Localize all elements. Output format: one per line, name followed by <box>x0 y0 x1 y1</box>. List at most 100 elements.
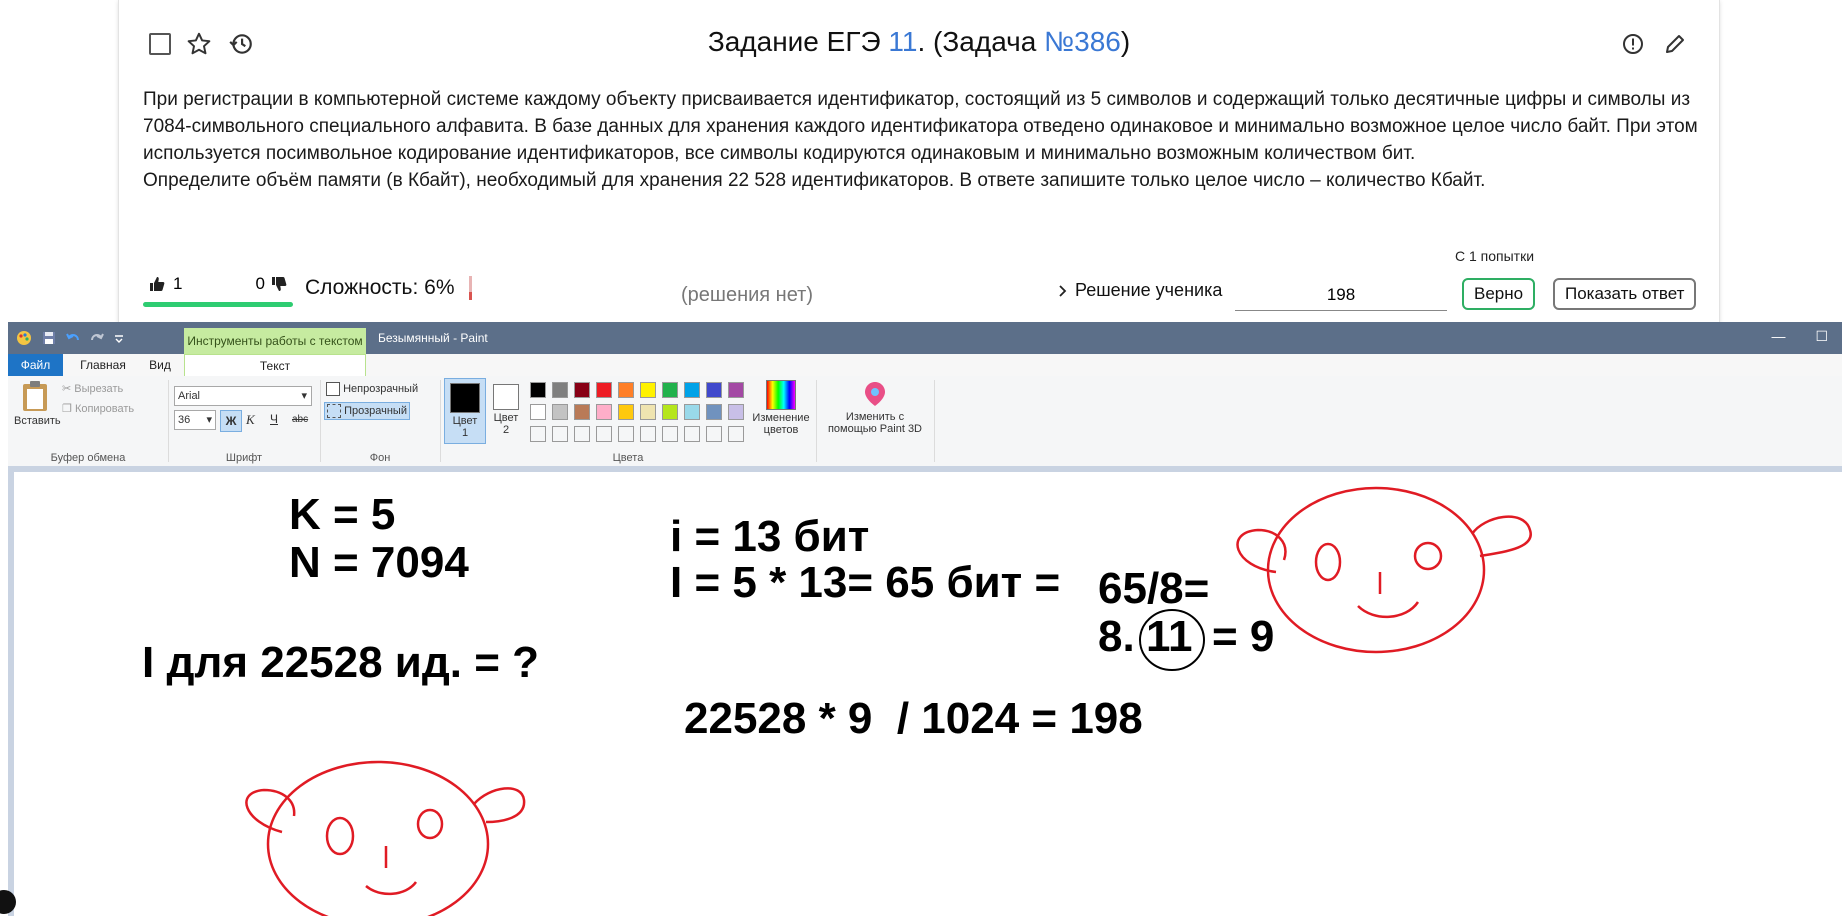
correct-badge-button[interactable]: Верно <box>1462 278 1536 310</box>
tab-text[interactable]: Текст <box>184 354 366 376</box>
palette-color-swatch[interactable] <box>552 404 568 420</box>
show-answer-button[interactable]: Показать ответ <box>1553 278 1697 310</box>
edit-in-paint3d-button[interactable]: Изменить с помощью Paint 3D <box>820 380 930 435</box>
cut-label: Вырезать <box>74 383 124 395</box>
palette-empty-slot[interactable] <box>706 426 722 442</box>
tab-file[interactable]: Файл <box>8 354 63 376</box>
italic-button[interactable]: К <box>246 412 255 428</box>
font-family-value: Arial <box>178 390 201 402</box>
opaque-button[interactable]: Непрозрачный <box>326 382 418 396</box>
ribbon-separator <box>320 380 321 462</box>
contextual-tab-header: Инструменты работы с текстом <box>184 328 366 354</box>
paste-button[interactable]: Вставить <box>14 380 61 427</box>
palette-color-swatch[interactable] <box>596 382 612 398</box>
palette-color-swatch[interactable] <box>684 404 700 420</box>
paint-titlebar: Инструменты работы с текстом Безымянный … <box>8 322 1842 354</box>
palette-color-swatch[interactable] <box>706 404 722 420</box>
opaque-label: Непрозрачный <box>343 382 419 395</box>
palette-color-swatch[interactable] <box>662 382 678 398</box>
transparent-button[interactable]: Прозрачный <box>324 402 410 420</box>
attempts-label: С 1 попытки <box>1455 248 1535 264</box>
transparent-label: Прозрачный <box>344 404 407 417</box>
palette-color-swatch[interactable] <box>728 382 744 398</box>
ribbon: Вставить ✂ Вырезать ❐ Копировать Буфер о… <box>8 376 1842 467</box>
ribbon-separator <box>168 380 169 462</box>
task-number-link[interactable]: 11 <box>888 26 917 57</box>
paint3d-icon <box>865 382 885 406</box>
task-text-paragraph-1: При регистрации в компьютерной системе к… <box>143 89 1698 164</box>
canvas-doodles <box>245 486 1532 916</box>
report-icon[interactable] <box>1619 30 1647 58</box>
task-text: При регистрации в компьютерной системе к… <box>143 86 1703 194</box>
palette-color-swatch[interactable] <box>662 404 678 420</box>
dropdown-arrow-icon: ▾ <box>301 390 307 402</box>
bold-button[interactable]: Ж <box>220 410 242 432</box>
font-size-select[interactable]: 36 ▾ <box>174 410 216 430</box>
answer-input[interactable] <box>1235 280 1447 311</box>
tab-view[interactable]: Вид <box>140 354 180 376</box>
cut-button[interactable]: ✂ Вырезать <box>62 382 123 395</box>
palette-color-swatch[interactable] <box>728 404 744 420</box>
palette-empty-slot[interactable] <box>530 426 546 442</box>
ribbon-separator <box>440 380 441 462</box>
paint-window: Инструменты работы с текстом Безымянный … <box>8 322 1842 916</box>
palette-color-swatch[interactable] <box>530 382 546 398</box>
underline-button[interactable]: Ч <box>270 412 278 426</box>
chevron-right-icon <box>1059 284 1067 297</box>
maximize-icon[interactable]: ☐ <box>1815 328 1828 345</box>
face-doodle-bottom <box>245 760 526 916</box>
dislike-button[interactable]: 0 <box>256 274 287 294</box>
color1-label: Цвет <box>452 415 478 427</box>
drawing-canvas[interactable]: K = 5 N = 7094 i = 13 бит I = 5 * 13= 65… <box>14 472 1842 916</box>
palette-color-swatch[interactable] <box>640 404 656 420</box>
student-solution-toggle[interactable]: Решение ученика <box>1057 280 1222 301</box>
palette-empty-slot[interactable] <box>552 426 568 442</box>
paint-app-icon[interactable] <box>16 330 32 346</box>
palette-color-swatch[interactable] <box>552 382 568 398</box>
rating-widget: 1 0 <box>143 272 293 308</box>
like-button[interactable]: 1 <box>149 274 182 294</box>
palette-empty-slot[interactable] <box>728 426 744 442</box>
title-mid: . (Задача <box>917 26 1045 57</box>
strikethrough-button[interactable]: abc <box>292 414 308 425</box>
palette-empty-slot[interactable] <box>618 426 634 442</box>
palette-color-swatch[interactable] <box>618 382 634 398</box>
redo-icon[interactable] <box>90 331 104 345</box>
font-family-select[interactable]: Arial ▾ <box>174 386 312 406</box>
ribbon-separator <box>934 380 935 462</box>
window-controls: — ☐ <box>1771 328 1828 345</box>
paint3d-label-1: Изменить с <box>845 411 905 423</box>
edit-colors-button[interactable]: Изменение цветов <box>750 378 812 436</box>
palette-color-swatch[interactable] <box>574 404 590 420</box>
difficulty-label: Сложность: 6% <box>305 276 455 299</box>
problem-id-link[interactable]: №386 <box>1044 26 1121 57</box>
save-icon[interactable] <box>42 331 56 345</box>
palette-color-swatch[interactable] <box>640 382 656 398</box>
customize-qa-icon[interactable] <box>114 331 124 345</box>
edit-pencil-icon[interactable] <box>1661 30 1689 58</box>
title-prefix: Задание ЕГЭ <box>707 26 889 57</box>
face-doodle-right <box>1236 486 1532 654</box>
student-solution-label: Решение ученика <box>1075 280 1223 300</box>
paint3d-label-2: помощью Paint 3D <box>827 423 923 435</box>
rating-bar <box>143 302 293 307</box>
palette-empty-slot[interactable] <box>640 426 656 442</box>
color1-button[interactable]: Цвет 1 <box>444 378 486 444</box>
color2-button[interactable]: Цвет 2 <box>488 378 524 442</box>
palette-color-swatch[interactable] <box>618 404 634 420</box>
palette-empty-slot[interactable] <box>662 426 678 442</box>
copy-button[interactable]: ❐ Копировать <box>62 402 134 415</box>
palette-empty-slot[interactable] <box>574 426 590 442</box>
color1-swatch <box>450 383 480 413</box>
palette-color-swatch[interactable] <box>530 404 546 420</box>
palette-color-swatch[interactable] <box>596 404 612 420</box>
undo-icon[interactable] <box>66 331 80 345</box>
tab-home[interactable]: Главная <box>68 354 138 376</box>
minimize-icon[interactable]: — <box>1771 328 1785 345</box>
palette-color-swatch[interactable] <box>706 382 722 398</box>
palette-empty-slot[interactable] <box>684 426 700 442</box>
task-text-paragraph-2: Определите объём памяти (в Кбайт), необх… <box>143 170 1486 191</box>
palette-empty-slot[interactable] <box>596 426 612 442</box>
palette-color-swatch[interactable] <box>574 382 590 398</box>
palette-color-swatch[interactable] <box>684 382 700 398</box>
